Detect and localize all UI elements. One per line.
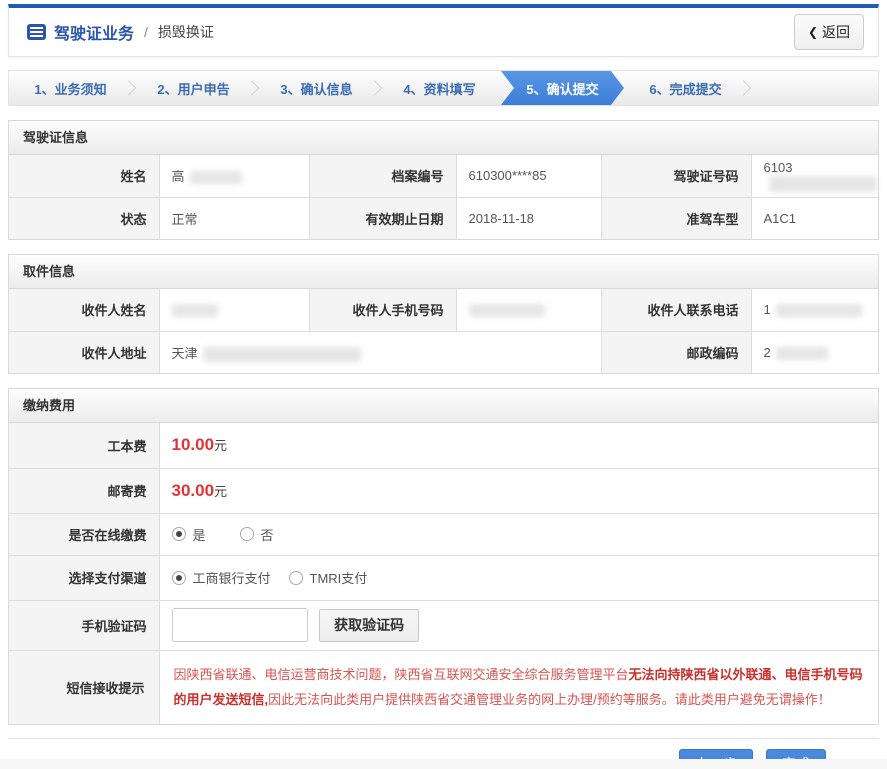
postage-fee-unit: 元: [214, 483, 228, 499]
file-no-label: 档案编号: [308, 155, 457, 198]
step-3-confirm-info: 3、确认信息: [255, 71, 383, 105]
sms-code-field: 获取验证码: [158, 599, 878, 651]
radio-online-yes-label: 是: [192, 527, 206, 543]
expiry-value: 2018-11-18: [455, 196, 602, 239]
vehicle-class-label: 准驾车型: [600, 196, 752, 239]
radio-channel-tmri[interactable]: TMRI支付: [288, 568, 368, 587]
recipient-address-label: 收件人地址: [9, 330, 160, 373]
radio-checked-icon: [171, 570, 186, 585]
status-value: 正常: [158, 196, 310, 239]
step-indicator: 1、业务须知 2、用户申告 3、确认信息 4、资料填写 5、确认提交 6、完成提…: [8, 70, 879, 106]
radio-channel-icbc-label: 工商银行支付: [192, 571, 271, 586]
vehicle-class-value: A1C1: [750, 196, 878, 239]
postage-fee-label: 邮寄费: [9, 467, 160, 514]
cost-fee-value: 10.00元: [158, 423, 878, 469]
redaction-blur: [171, 304, 218, 318]
header: 驾驶证业务 / 损毁换证 ❮ 返回: [8, 4, 879, 57]
expiry-label: 有效期止日期: [308, 196, 457, 239]
pickup-info-table: 收件人姓名 收件人手机号码 收件人联系电话 1 收件人地址 天津 邮政编码 2: [9, 289, 878, 373]
redaction-blur: [468, 304, 545, 318]
file-no-value: 610300****85: [455, 155, 602, 198]
step-2-user-declaration: 2、用户申告: [132, 71, 260, 105]
pickup-info-section: 取件信息 收件人姓名 收件人手机号码 收件人联系电话 1 收件人地址 天津 邮政…: [8, 254, 879, 374]
license-section-title: 驾驶证信息: [9, 121, 878, 155]
table-row: 状态 正常 有效期止日期 2018-11-18 准驾车型 A1C1: [9, 196, 878, 239]
breadcrumb: 驾驶证业务 / 损毁换证: [27, 20, 214, 44]
recipient-name-value: [158, 289, 310, 332]
table-row: 邮寄费 30.00元: [9, 467, 878, 514]
postage-fee-value: 30.00元: [158, 467, 878, 514]
redaction-blur: [775, 304, 862, 318]
radio-channel-icbc[interactable]: 工商银行支付: [171, 568, 271, 587]
sms-notice-text-cell: 因陕西省联通、电信运营商技术问题，陕西省互联网交通安全综合服务管理平台无法向持陕…: [158, 649, 878, 724]
fees-section: 缴纳费用 工本费 10.00元 邮寄费 30.00元 是否在线缴费 是 否 选择…: [8, 388, 879, 725]
step-1-business-notice: 1、业务须知: [9, 71, 137, 105]
table-row: 收件人地址 天津 邮政编码 2: [9, 330, 878, 373]
sms-notice-label: 短信接收提示: [9, 649, 160, 724]
table-row: 手机验证码 获取验证码: [9, 599, 878, 651]
license-no-value: 6103: [750, 155, 878, 198]
step-5-confirm-submit-active: 5、确认提交: [501, 71, 624, 105]
radio-unchecked-icon: [239, 527, 254, 541]
step-4-fill-in-data: 4、资料填写: [403, 81, 476, 97]
recipient-name-label: 收件人姓名: [9, 289, 160, 332]
bottom-footer-strip: [0, 759, 887, 769]
license-no-label: 驾驶证号码: [600, 155, 752, 198]
radio-checked-icon: [171, 527, 186, 541]
back-button[interactable]: ❮ 返回: [793, 14, 864, 50]
radio-online-no[interactable]: 否: [239, 525, 274, 544]
step-6-complete-submit: 6、完成提交: [624, 71, 752, 105]
table-row: 选择支付渠道 工商银行支付 TMRI支付: [9, 554, 878, 601]
cost-fee-amount: 10.00: [171, 435, 215, 455]
payment-channel-options: 工商银行支付 TMRI支付: [158, 554, 878, 601]
table-row: 是否在线缴费 是 否: [9, 512, 878, 556]
back-chevron-icon: ❮: [807, 25, 818, 39]
fees-table: 工本费 10.00元 邮寄费 30.00元 是否在线缴费 是 否 选择支付渠道 …: [9, 423, 878, 724]
redaction-blur: [775, 346, 828, 360]
list-icon: [27, 24, 46, 40]
redaction-blur: [768, 175, 877, 192]
redaction-blur: [202, 346, 361, 362]
page-title: 驾驶证业务: [54, 26, 135, 43]
step-bar-filler: [747, 71, 878, 105]
postal-code-value: 2: [750, 330, 878, 373]
recipient-phone-label: 收件人联系电话: [600, 289, 752, 332]
status-label: 状态: [9, 196, 160, 239]
postage-fee-amount: 30.00: [171, 480, 215, 500]
fees-section-title: 缴纳费用: [9, 389, 878, 423]
radio-unchecked-icon: [288, 570, 303, 585]
license-info-table: 姓名 高 档案编号 610300****85 驾驶证号码 6103 状态 正常 …: [9, 155, 878, 239]
cost-fee-unit: 元: [214, 438, 228, 454]
recipient-address-value: 天津: [158, 330, 602, 373]
page-container: 驾驶证业务 / 损毁换证 ❮ 返回 1、业务须知 2、用户申告 3、确认信息 4…: [8, 4, 879, 769]
name-label: 姓名: [9, 155, 160, 198]
license-info-section: 驾驶证信息 姓名 高 档案编号 610300****85 驾驶证号码 6103 …: [8, 120, 879, 240]
sms-notice-text: 因陕西省联通、电信运营商技术问题，陕西省互联网交通安全综合服务管理平台无法向持陕…: [173, 666, 863, 708]
online-payment-options: 是 否: [158, 512, 878, 556]
radio-online-yes[interactable]: 是: [171, 525, 206, 544]
redaction-blur: [189, 171, 242, 185]
name-value: 高: [158, 155, 310, 198]
recipient-mobile-label: 收件人手机号码: [308, 289, 457, 332]
radio-channel-tmri-label: TMRI支付: [309, 571, 368, 586]
back-button-label: 返回: [822, 24, 850, 40]
table-row: 收件人姓名 收件人手机号码 收件人联系电话 1: [9, 289, 878, 332]
cost-fee-label: 工本费: [9, 423, 160, 469]
table-row: 短信接收提示 因陕西省联通、电信运营商技术问题，陕西省互联网交通安全综合服务管理…: [9, 649, 878, 724]
online-payment-label: 是否在线缴费: [9, 512, 160, 556]
table-row: 姓名 高 档案编号 610300****85 驾驶证号码 6103: [9, 155, 878, 198]
pickup-section-title: 取件信息: [9, 255, 878, 289]
get-sms-code-button[interactable]: 获取验证码: [319, 608, 420, 642]
recipient-phone-value: 1: [750, 289, 878, 332]
recipient-mobile-value: [455, 289, 602, 332]
sms-code-input[interactable]: [171, 608, 308, 642]
page-subtitle: 损毁换证: [157, 24, 214, 40]
postal-code-label: 邮政编码: [600, 330, 752, 373]
radio-online-no-label: 否: [260, 527, 274, 543]
table-row: 工本费 10.00元: [9, 423, 878, 469]
sms-code-label: 手机验证码: [9, 599, 160, 651]
breadcrumb-separator: /: [144, 24, 148, 40]
payment-channel-label: 选择支付渠道: [9, 554, 160, 601]
